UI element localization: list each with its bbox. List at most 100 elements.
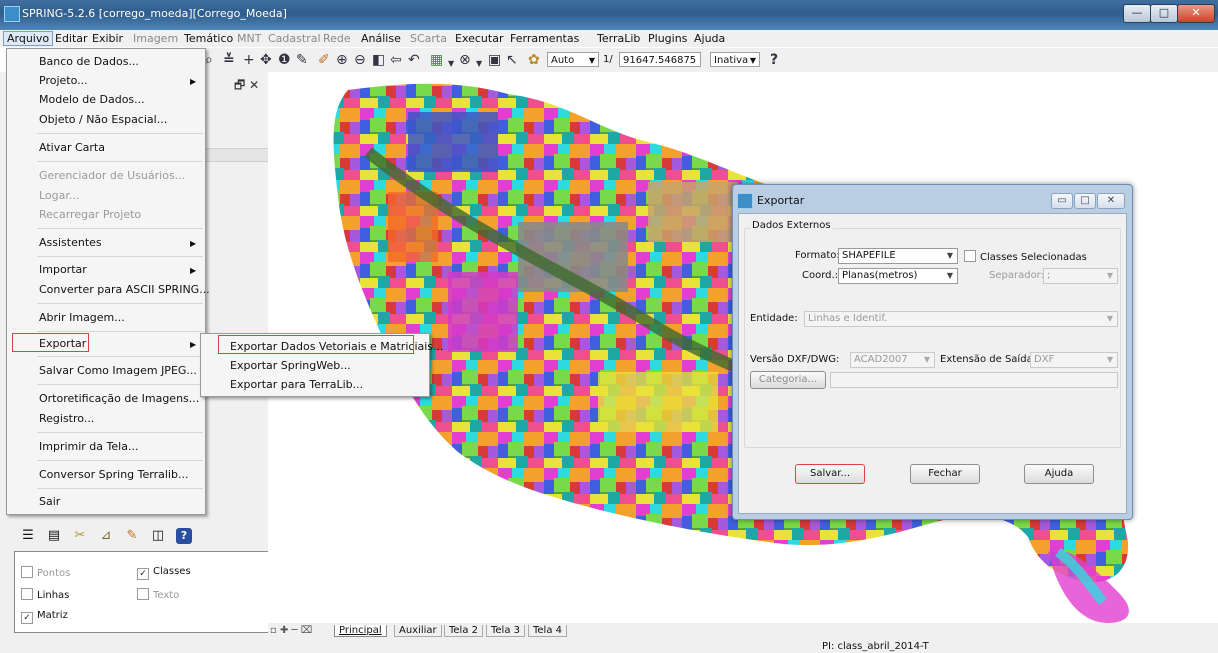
- menu-ajuda[interactable]: Ajuda: [694, 32, 725, 45]
- submenu-item-terralib[interactable]: Exportar para TerraLib...: [230, 378, 363, 391]
- menu-item-sair[interactable]: Sair: [39, 495, 60, 508]
- submenu-item-springweb[interactable]: Exportar SpringWeb...: [230, 359, 351, 372]
- pan-icon[interactable]: ✥: [260, 52, 272, 68]
- table-icon[interactable]: ▤: [46, 528, 62, 544]
- dialog-minimize-button[interactable]: ▭: [1051, 193, 1073, 209]
- separador-select[interactable]: ; ▼: [1043, 268, 1118, 284]
- info-icon[interactable]: ❶: [278, 52, 291, 68]
- check-texto-label: Texto: [153, 590, 180, 601]
- window-icon[interactable]: ≚: [223, 52, 235, 68]
- chevron-down-icon[interactable]: ▼: [476, 56, 482, 72]
- menu-tematico[interactable]: Temático: [184, 32, 233, 45]
- tab-controls[interactable]: ▫ ✚ ─ ⌧: [270, 625, 312, 636]
- scale-mode-select[interactable]: Auto ▼: [547, 52, 599, 67]
- tab-tela-4[interactable]: Tela 4: [528, 625, 568, 637]
- tab-principal[interactable]: Principal: [334, 625, 387, 637]
- formato-select[interactable]: SHAPEFILE ▼: [838, 248, 958, 264]
- help-icon[interactable]: ?: [770, 52, 778, 68]
- menu-analise[interactable]: Análise: [361, 32, 401, 45]
- menu-item-converter-ascii[interactable]: Converter para ASCII SPRING...: [39, 283, 210, 296]
- tab-tela-2[interactable]: Tela 2: [444, 625, 484, 637]
- menu-item-ortoretificacao[interactable]: Ortoretificação de Imagens...: [39, 392, 199, 405]
- dialog-maximize-button[interactable]: □: [1074, 193, 1096, 209]
- dialog-close-button[interactable]: ✕: [1097, 193, 1125, 209]
- categoria-button[interactable]: Categoria...: [750, 371, 826, 389]
- menu-rede[interactable]: Rede: [323, 32, 351, 45]
- menu-ferramentas[interactable]: Ferramentas: [510, 32, 579, 45]
- tools-icon[interactable]: ✂: [72, 528, 88, 544]
- menu-item-modelo-de-dados[interactable]: Modelo de Dados...: [39, 93, 145, 106]
- checkmark-icon: ✓: [137, 568, 149, 580]
- plus-icon[interactable]: +: [243, 52, 255, 68]
- help-icon[interactable]: ?: [176, 528, 192, 544]
- separador-value: ;: [1047, 270, 1051, 281]
- menu-scarta[interactable]: SCarta: [410, 32, 447, 45]
- check-matriz[interactable]: ✓ Matriz: [21, 610, 68, 624]
- menu-editar[interactable]: Editar: [55, 32, 88, 45]
- select-icon[interactable]: ✎: [296, 52, 308, 68]
- tab-tela-3[interactable]: Tela 3: [486, 625, 526, 637]
- menu-executar[interactable]: Executar: [455, 32, 504, 45]
- check-linhas[interactable]: Linhas: [21, 588, 69, 601]
- zoom-area-icon[interactable]: ◧: [372, 52, 385, 68]
- tab-auxiliar[interactable]: Auxiliar: [394, 625, 442, 637]
- menu-exibir[interactable]: Exibir: [92, 32, 123, 45]
- panel-icon[interactable]: ◫: [150, 528, 166, 544]
- cursor-icon[interactable]: ↖: [506, 52, 518, 68]
- menu-imagem[interactable]: Imagem: [133, 32, 178, 45]
- menu-arquivo[interactable]: Arquivo: [3, 31, 54, 46]
- menu-item-gerenciador-usuarios[interactable]: Gerenciador de Usuários...: [39, 169, 185, 182]
- menu-item-abrir-imagem[interactable]: Abrir Imagem...: [39, 311, 125, 324]
- undo-icon[interactable]: ↶: [408, 52, 420, 68]
- minimize-button[interactable]: —: [1123, 4, 1151, 23]
- check-texto[interactable]: Texto: [137, 588, 179, 601]
- menu-item-salvar-jpeg[interactable]: Salvar Como Imagem JPEG...: [39, 364, 197, 377]
- menu-item-banco-de-dados[interactable]: Banco de Dados...: [39, 55, 139, 68]
- dock-controls[interactable]: 🗗 ✕: [234, 76, 259, 97]
- palette-icon[interactable]: ✿: [528, 52, 540, 68]
- chevron-down-icon[interactable]: ▼: [448, 56, 454, 72]
- menu-mnt[interactable]: MNT: [237, 32, 261, 45]
- menu-item-objeto[interactable]: Objeto / Não Espacial...: [39, 113, 167, 126]
- menu-item-imprimir-tela[interactable]: Imprimir da Tela...: [39, 440, 138, 453]
- zoom-out-icon[interactable]: ⊖: [354, 52, 366, 68]
- menu-item-importar[interactable]: Importar: [39, 263, 87, 276]
- check-classes[interactable]: ✓ Classes: [137, 566, 191, 580]
- check-pontos[interactable]: Pontos: [21, 566, 70, 579]
- pencil-icon[interactable]: ✎: [124, 528, 140, 544]
- maximize-button[interactable]: □: [1150, 4, 1178, 23]
- back-icon[interactable]: ⇦: [390, 52, 402, 68]
- menu-item-projeto[interactable]: Projeto...: [39, 74, 88, 87]
- classes-selecionadas-checkbox[interactable]: Classes Selecionadas: [964, 250, 1087, 263]
- menu-item-logar[interactable]: Logar...: [39, 189, 79, 202]
- menu-cadastral[interactable]: Cadastral: [268, 32, 321, 45]
- formato-value: SHAPEFILE: [842, 250, 896, 261]
- chart-icon[interactable]: ⊿: [98, 528, 114, 544]
- coord-select[interactable]: Planas(metros) ▼: [838, 268, 958, 284]
- zoom-icon[interactable]: ⌕: [205, 52, 213, 68]
- menu-item-assistentes[interactable]: Assistentes: [39, 236, 102, 249]
- salvar-button[interactable]: Salvar...: [795, 464, 865, 484]
- menu-item-recarregar-projeto[interactable]: Recarregar Projeto: [39, 208, 141, 221]
- submenu-arrow-icon: ▶: [190, 340, 197, 349]
- window-title: SPRING-5.2.6 [corrego_moeda][Corrego_Moe…: [22, 7, 287, 20]
- menu-item-conversor-terralib[interactable]: Conversor Spring Terralib...: [39, 468, 188, 481]
- fechar-button[interactable]: Fechar: [910, 464, 980, 484]
- list-icon[interactable]: ☰: [20, 528, 36, 544]
- extensao-select[interactable]: DXF ▼: [1030, 352, 1118, 368]
- state-select[interactable]: Inativa ▼: [710, 52, 760, 67]
- menu-plugins[interactable]: Plugins: [648, 32, 687, 45]
- zoom-scale-icon[interactable]: ⊗: [459, 52, 471, 68]
- menu-item-ativar-carta[interactable]: Ativar Carta: [39, 141, 105, 154]
- menu-terralib[interactable]: TerraLib: [597, 32, 640, 45]
- close-button[interactable]: ✕: [1177, 4, 1215, 23]
- ajuda-button[interactable]: Ajuda: [1024, 464, 1094, 484]
- entidade-select[interactable]: Linhas e Identif. ▼: [804, 311, 1118, 327]
- menu-item-registro[interactable]: Registro...: [39, 412, 94, 425]
- zoom-in-icon[interactable]: ⊕: [336, 52, 348, 68]
- versao-select[interactable]: ACAD2007 ▼: [850, 352, 935, 368]
- grid-icon[interactable]: ▣: [488, 52, 501, 68]
- layers-icon[interactable]: ▦: [430, 52, 443, 68]
- edit-icon[interactable]: ✐: [318, 52, 330, 68]
- scale-input[interactable]: 91647.546875: [619, 52, 701, 67]
